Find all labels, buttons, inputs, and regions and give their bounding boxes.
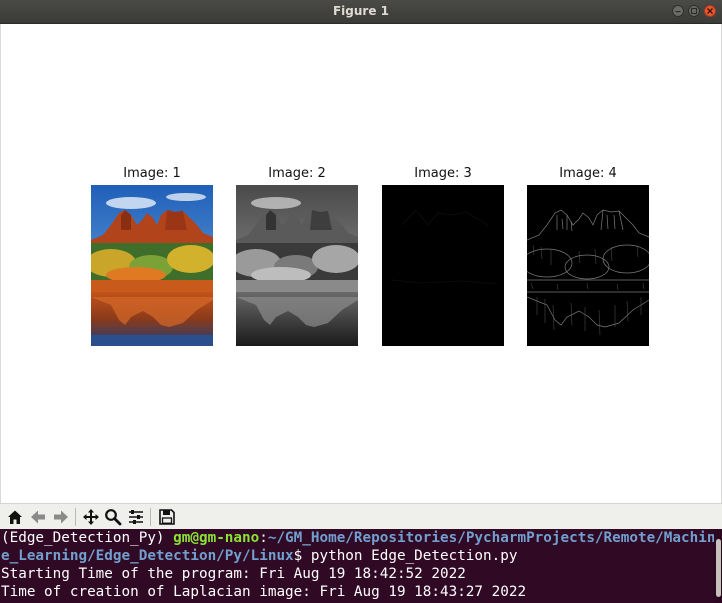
terminal-path-part-1: ~/GM_Home/Repositories/PycharmProjects/R…: [267, 530, 716, 546]
minimize-icon: [675, 11, 681, 13]
configure-subplots-button[interactable]: [125, 506, 146, 527]
terminal-prompt-char: $: [293, 548, 311, 564]
window-title: Figure 1: [332, 4, 390, 18]
close-button[interactable]: [704, 5, 716, 17]
maximize-icon: [690, 7, 698, 15]
subplot-image-laplacian: [382, 185, 504, 346]
configure-subplots-icon: [128, 509, 143, 524]
pan-icon: [82, 508, 99, 525]
terminal-path-part-2: e_Learning/Edge_Detection/Py/Linux: [1, 548, 294, 564]
subplot-title-2: Image: 2: [268, 166, 326, 181]
back-button[interactable]: [27, 506, 48, 527]
navigation-toolbar: [0, 503, 722, 530]
terminal-command: python Edge_Detection.py: [310, 548, 518, 564]
terminal-prompt-line-2: e_Learning/Edge_Detection/Py/Linux$ pyth…: [0, 547, 722, 565]
toolbar-separator: [75, 508, 76, 526]
terminal-user-host: gm@gm-nano: [173, 530, 260, 546]
pan-button[interactable]: [80, 506, 101, 527]
maximize-button[interactable]: [688, 5, 700, 17]
zoom-button[interactable]: [102, 506, 123, 527]
forward-icon: [53, 510, 68, 523]
minimize-button[interactable]: [672, 5, 684, 17]
save-icon: [158, 508, 175, 525]
figure-canvas[interactable]: Image: 1 Image: 2 Image: 3 Image: 4: [0, 24, 722, 503]
subplot-image-edges: [527, 185, 649, 346]
home-button[interactable]: [4, 506, 25, 527]
subplot-title-3: Image: 3: [414, 166, 472, 181]
subplot-title-1: Image: 1: [123, 166, 181, 181]
save-button[interactable]: [156, 506, 177, 527]
toolbar-separator: [150, 508, 151, 526]
terminal-scrollbar-thumb[interactable]: [716, 539, 721, 597]
zoom-icon: [104, 508, 121, 525]
subplot-image-grayscale: [236, 185, 358, 346]
terminal-scrollbar[interactable]: [714, 529, 722, 603]
back-icon: [30, 510, 45, 523]
window-title-bar[interactable]: Figure 1: [0, 0, 722, 24]
terminal-output-line: Starting Time of the program: Fri Aug 19…: [1, 566, 466, 582]
terminal-colon: :: [259, 530, 268, 546]
subplot-title-4: Image: 4: [559, 166, 617, 181]
terminal-prompt-line-1: (Edge_Detection_Py) gm@gm-nano:~/GM_Home…: [0, 529, 722, 547]
close-icon: [707, 8, 713, 14]
subplot-image-color: [91, 185, 213, 346]
terminal-output-line: Time of creation of Laplacian image: Fri…: [1, 584, 527, 600]
home-icon: [7, 510, 22, 524]
terminal-output[interactable]: (Edge_Detection_Py) gm@gm-nano:~/GM_Home…: [0, 529, 722, 603]
terminal-env: (Edge_Detection_Py): [1, 530, 174, 546]
forward-button[interactable]: [50, 506, 71, 527]
